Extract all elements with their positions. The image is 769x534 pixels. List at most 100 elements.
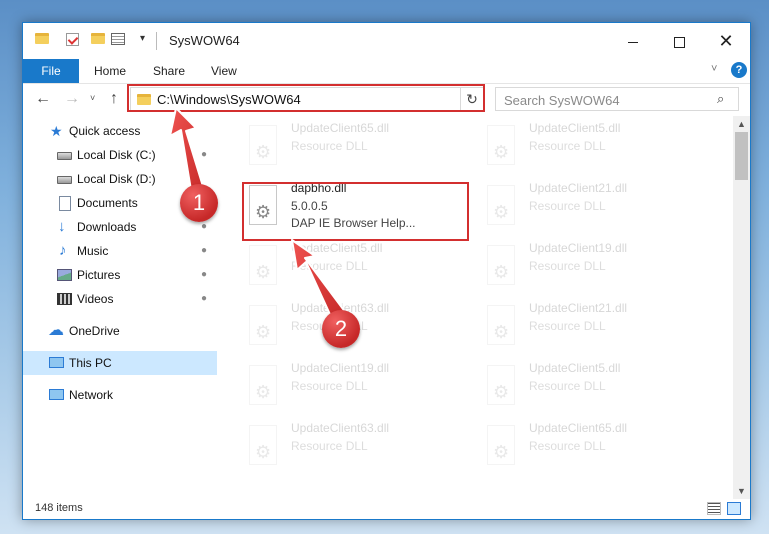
downloads-icon: ↓ (58, 218, 66, 235)
star-icon: ★ (50, 123, 63, 139)
file-type: Resource DLL (291, 379, 368, 393)
folder-icon (35, 33, 49, 44)
sidebar-item-local-disk-c[interactable]: Local Disk (C:) ● (23, 143, 217, 167)
list-item[interactable]: ⚙ UpdateClient5.dll Resource DLL (457, 119, 687, 175)
title-separator (156, 32, 157, 50)
dll-file-icon: ⚙ (485, 185, 519, 229)
forward-button[interactable]: → (64, 90, 80, 108)
dll-file-icon: ⚙ (247, 305, 281, 349)
search-icon[interactable]: ⌕ (717, 91, 724, 107)
file-type: Resource DLL (529, 139, 606, 153)
dll-file-icon: ⚙ (247, 245, 281, 289)
dll-file-icon: ⚙ (247, 365, 281, 409)
sidebar-item-this-pc[interactable]: This PC (23, 351, 217, 375)
dll-file-icon: ⚙ (485, 245, 519, 289)
window-title: SysWOW64 (169, 33, 240, 48)
list-item[interactable]: ⚙ UpdateClient21.dll Resource DLL (457, 299, 687, 355)
scroll-down-icon[interactable]: ▼ (733, 483, 750, 499)
list-item[interactable]: ⚙ UpdateClient21.dll Resource DLL (457, 179, 687, 235)
sidebar-item-network[interactable]: Network (23, 383, 217, 407)
navigation-pane: ★ Quick access Local Disk (C:) ● Local D… (23, 119, 217, 499)
sidebar-item-label: Local Disk (C:) (77, 148, 156, 162)
tab-home[interactable]: Home (94, 59, 126, 83)
dll-file-icon: ⚙ (485, 365, 519, 409)
ribbon: File Home Share View ˅ ? (23, 59, 750, 84)
list-item[interactable]: ⚙ UpdateClient65.dll Resource DLL (219, 119, 449, 175)
file-type: Resource DLL (529, 319, 606, 333)
file-name: UpdateClient19.dll (529, 241, 628, 255)
search-input[interactable] (502, 90, 706, 110)
file-type: Resource DLL (291, 259, 368, 273)
file-list: ⚙ UpdateClient65.dll Resource DLL ⚙ dapb… (219, 119, 733, 499)
close-button[interactable]: ✕ (703, 23, 749, 59)
pin-icon: ● (201, 221, 208, 232)
file-type: Resource DLL (529, 439, 606, 453)
dll-file-icon: ⚙ (485, 305, 519, 349)
quick-access-toolbar-dropdown[interactable]: ▾ (140, 33, 145, 44)
minimize-button[interactable] (610, 23, 656, 59)
new-folder-icon[interactable] (91, 33, 105, 44)
tiles-view-icon[interactable] (727, 502, 741, 515)
file-type: Resource DLL (291, 139, 368, 153)
tab-share[interactable]: Share (153, 59, 185, 83)
up-button[interactable]: ↑ (110, 90, 118, 108)
file-name: UpdateClient63.dll (291, 421, 390, 435)
sidebar-item-label: This PC (69, 356, 112, 370)
minimize-icon (628, 41, 638, 43)
file-name: UpdateClient21.dll (529, 181, 628, 195)
file-type: Resource DLL (529, 379, 606, 393)
recent-locations-dropdown[interactable]: ˅ (90, 93, 95, 103)
scrollbar-thumb[interactable] (735, 132, 748, 180)
sidebar-item-onedrive[interactable]: ☁ OneDrive (23, 319, 217, 343)
sidebar-item-label: Videos (77, 292, 114, 306)
file-name: UpdateClient65.dll (291, 121, 390, 135)
file-name: UpdateClient5.dll (529, 121, 621, 135)
sidebar-item-label: Music (77, 244, 109, 258)
file-type: Resource DLL (529, 259, 606, 273)
sidebar-item-videos[interactable]: Videos ● (23, 287, 217, 311)
file-name: UpdateClient21.dll (529, 301, 628, 315)
file-name: UpdateClient19.dll (291, 361, 390, 375)
tab-view[interactable]: View (211, 59, 237, 83)
file-explorer-window: ▾ SysWOW64 ✕ File Home Share View ˅ ? ← … (22, 22, 751, 520)
pictures-icon (57, 269, 72, 281)
dll-file-icon: ⚙ (485, 425, 519, 469)
file-type: Resource DLL (529, 199, 606, 213)
sidebar-item-pictures[interactable]: Pictures ● (23, 263, 217, 287)
file-name: UpdateClient65.dll (529, 421, 628, 435)
sidebar-item-music[interactable]: ♪ Music ● (23, 239, 217, 263)
status-bar: 148 items (23, 499, 750, 519)
maximize-button[interactable] (656, 23, 702, 59)
sidebar-item-quick-access[interactable]: ★ Quick access (23, 119, 217, 143)
sidebar-item-label: Local Disk (D:) (77, 172, 156, 186)
file-name: UpdateClient5.dll (529, 361, 621, 375)
expand-ribbon-chevron-icon[interactable]: ˅ (711, 63, 717, 75)
back-button[interactable]: ← (35, 90, 51, 108)
list-item[interactable]: ⚙ UpdateClient63.dll Resource DLL (219, 419, 449, 475)
drive-icon (57, 152, 72, 160)
tab-file[interactable]: File (23, 59, 79, 83)
search-box[interactable]: ⌕ (495, 87, 739, 111)
list-item[interactable]: ⚙ UpdateClient19.dll Resource DLL (457, 239, 687, 295)
help-icon[interactable]: ? (731, 62, 747, 78)
drive-icon (57, 176, 72, 184)
list-item[interactable]: ⚙ UpdateClient5.dll Resource DLL (219, 239, 449, 295)
documents-icon (59, 196, 71, 211)
pin-icon: ● (201, 269, 208, 280)
list-item[interactable]: ⚙ UpdateClient5.dll Resource DLL (457, 359, 687, 415)
customize-icon[interactable] (111, 33, 125, 45)
pin-icon: ● (201, 149, 208, 160)
properties-check-icon[interactable] (66, 33, 79, 46)
sidebar-item-label: Network (69, 388, 114, 402)
details-view-icon[interactable] (707, 502, 721, 515)
file-name: UpdateClient5.dll (291, 241, 383, 255)
file-type: Resource DLL (291, 439, 368, 453)
music-icon: ♪ (59, 242, 67, 259)
onedrive-icon: ☁ (48, 322, 64, 339)
vertical-scrollbar[interactable]: ▲ ▼ (733, 116, 750, 499)
dll-file-icon: ⚙ (247, 425, 281, 469)
list-item[interactable]: ⚙ UpdateClient19.dll Resource DLL (219, 359, 449, 415)
sidebar-item-label: Pictures (77, 268, 121, 282)
list-item[interactable]: ⚙ UpdateClient65.dll Resource DLL (457, 419, 687, 475)
scroll-up-icon[interactable]: ▲ (733, 116, 750, 132)
